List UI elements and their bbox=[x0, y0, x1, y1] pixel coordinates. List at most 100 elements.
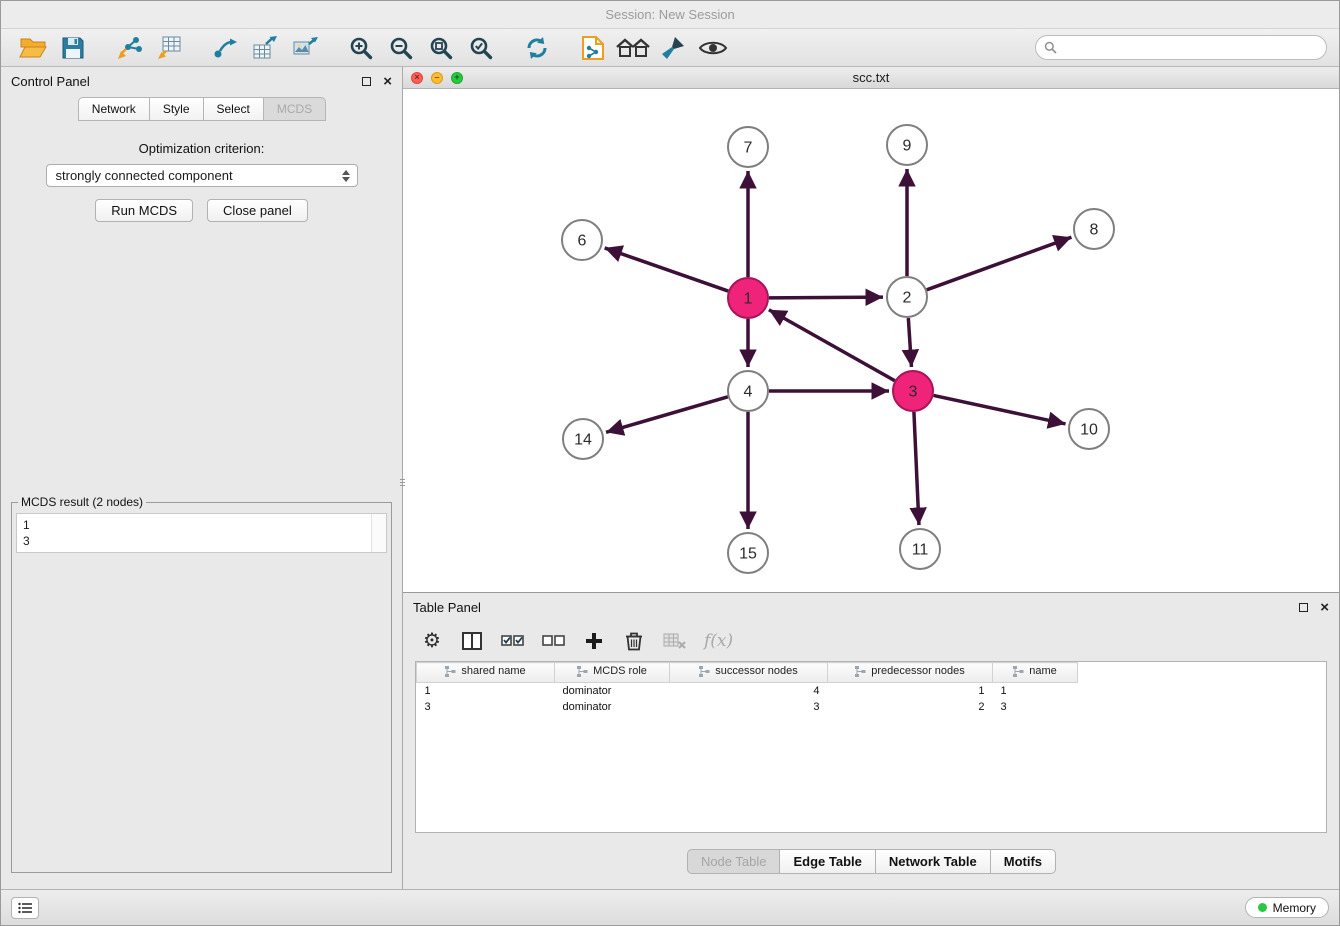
cell-mcds-role[interactable]: dominator bbox=[555, 683, 670, 699]
graph-node-11[interactable]: 11 bbox=[900, 529, 940, 569]
cell-predecessor-nodes[interactable]: 1 bbox=[828, 683, 993, 699]
table-panel-tabs: Node Table Edge Table Network Table Moti… bbox=[403, 833, 1339, 889]
column-header-shared-name[interactable]: shared name bbox=[417, 663, 555, 683]
column-header-predecessor-nodes[interactable]: predecessor nodes bbox=[828, 663, 993, 683]
graph-edge-3-1[interactable] bbox=[769, 310, 895, 381]
result-scrollbar[interactable] bbox=[371, 514, 386, 552]
right-column: scc.txt × – + 7968124314101511 bbox=[403, 67, 1339, 889]
select-all-button[interactable] bbox=[501, 628, 524, 654]
graph-edge-1-6[interactable] bbox=[605, 248, 729, 291]
tab-motifs[interactable]: Motifs bbox=[990, 849, 1056, 874]
tab-mcds[interactable]: MCDS bbox=[263, 97, 326, 121]
table-row[interactable]: 3 dominator 3 2 3 bbox=[417, 699, 1078, 715]
status-menu-button[interactable] bbox=[11, 897, 39, 919]
minimize-window-icon[interactable]: – bbox=[431, 72, 443, 84]
add-column-button[interactable] bbox=[583, 628, 605, 654]
tab-network[interactable]: Network bbox=[78, 97, 150, 121]
run-mcds-button[interactable]: Run MCDS bbox=[95, 199, 193, 222]
close-panel-button[interactable]: Close panel bbox=[207, 199, 308, 222]
column-type-icon bbox=[577, 666, 588, 677]
houses-button[interactable] bbox=[613, 32, 653, 64]
maximize-window-icon[interactable]: + bbox=[451, 72, 463, 84]
trash-icon bbox=[625, 631, 643, 651]
graph-node-14[interactable]: 14 bbox=[563, 419, 603, 459]
mcds-result-group: MCDS result (2 nodes) 1 3 bbox=[11, 495, 392, 873]
graph-edge-4-14[interactable] bbox=[606, 397, 728, 432]
table-header-row: shared name MCDS role successor nodes pr… bbox=[417, 663, 1078, 683]
memory-button[interactable]: Memory bbox=[1245, 897, 1329, 918]
close-table-panel-icon[interactable]: × bbox=[1320, 600, 1329, 615]
mcds-panel-content: Optimization criterion: strongly connect… bbox=[1, 121, 402, 222]
graph-edge-3-10[interactable] bbox=[934, 395, 1066, 424]
export-table-button[interactable] bbox=[245, 32, 285, 64]
tab-edge-table[interactable]: Edge Table bbox=[779, 849, 875, 874]
tab-node-table[interactable]: Node Table bbox=[687, 849, 781, 874]
import-table-button[interactable] bbox=[149, 32, 189, 64]
cell-name[interactable]: 3 bbox=[993, 699, 1078, 715]
zoom-in-button[interactable] bbox=[341, 32, 381, 64]
plus-icon bbox=[585, 632, 603, 650]
graph-edge-1-2[interactable] bbox=[769, 297, 883, 298]
criterion-dropdown-value: strongly connected component bbox=[56, 168, 233, 183]
search-input[interactable] bbox=[1062, 41, 1318, 55]
column-header-successor-nodes[interactable]: successor nodes bbox=[670, 663, 828, 683]
graph-node-4[interactable]: 4 bbox=[728, 371, 768, 411]
graph-node-2[interactable]: 2 bbox=[887, 277, 927, 317]
deselect-all-button[interactable] bbox=[542, 628, 565, 654]
cell-successor-nodes[interactable]: 3 bbox=[670, 699, 828, 715]
column-header-name[interactable]: name bbox=[993, 663, 1078, 683]
graph-node-6[interactable]: 6 bbox=[562, 220, 602, 260]
column-header-mcds-role[interactable]: MCDS role bbox=[555, 663, 670, 683]
column-type-icon bbox=[855, 666, 866, 677]
network-graph[interactable]: 7 9 6 8 1 2 4 3 14 10 15 11 bbox=[403, 89, 1340, 592]
table-row[interactable]: 1 dominator 4 1 1 bbox=[417, 683, 1078, 699]
apply-layout-button[interactable] bbox=[517, 32, 557, 64]
graph-node-8[interactable]: 8 bbox=[1074, 209, 1114, 249]
open-file-button[interactable] bbox=[13, 32, 53, 64]
graph-node-7[interactable]: 7 bbox=[728, 127, 768, 167]
save-session-button[interactable] bbox=[53, 32, 93, 64]
import-network-button[interactable] bbox=[109, 32, 149, 64]
show-hide-graphics-button[interactable] bbox=[693, 32, 733, 64]
delete-column-button[interactable] bbox=[623, 628, 645, 654]
show-columns-button[interactable] bbox=[461, 628, 483, 654]
cell-predecessor-nodes[interactable]: 2 bbox=[828, 699, 993, 715]
graph-node-3[interactable]: 3 bbox=[893, 371, 933, 411]
close-window-icon[interactable]: × bbox=[411, 72, 423, 84]
cell-name[interactable]: 1 bbox=[993, 683, 1078, 699]
export-image-button[interactable] bbox=[285, 32, 325, 64]
search-field[interactable] bbox=[1035, 35, 1327, 60]
zoom-selected-button[interactable] bbox=[461, 32, 501, 64]
zoom-fit-button[interactable] bbox=[421, 32, 461, 64]
zoom-out-button[interactable] bbox=[381, 32, 421, 64]
cell-successor-nodes[interactable]: 4 bbox=[670, 683, 828, 699]
export-network-button[interactable] bbox=[205, 32, 245, 64]
graph-edge-2-3[interactable] bbox=[908, 318, 911, 367]
graph-edge-2-8[interactable] bbox=[927, 237, 1072, 290]
tab-select[interactable]: Select bbox=[203, 97, 264, 121]
vertical-splitter-grip[interactable] bbox=[400, 469, 405, 495]
table-settings-button[interactable]: ⚙ bbox=[421, 628, 443, 654]
network-canvas[interactable]: 7 9 6 8 1 2 4 3 14 10 15 11 bbox=[403, 89, 1339, 592]
float-table-panel-icon[interactable] bbox=[1299, 603, 1308, 612]
float-panel-icon[interactable] bbox=[362, 77, 371, 86]
graph-edge-3-11[interactable] bbox=[914, 412, 919, 525]
tab-network-table[interactable]: Network Table bbox=[875, 849, 991, 874]
style-brush-button[interactable] bbox=[653, 32, 693, 64]
control-panel-title: Control Panel bbox=[11, 74, 90, 89]
graph-node-label: 14 bbox=[574, 432, 592, 449]
cell-shared-name[interactable]: 1 bbox=[417, 683, 555, 699]
graph-node-1[interactable]: 1 bbox=[728, 278, 768, 318]
cell-mcds-role[interactable]: dominator bbox=[555, 699, 670, 715]
close-panel-icon[interactable]: × bbox=[383, 74, 392, 89]
tab-style[interactable]: Style bbox=[149, 97, 204, 121]
export-network-icon bbox=[212, 35, 238, 61]
criterion-dropdown[interactable]: strongly connected component bbox=[46, 164, 358, 187]
graph-node-9[interactable]: 9 bbox=[887, 125, 927, 165]
export-image-icon bbox=[292, 35, 318, 61]
mcds-result-list[interactable]: 1 3 bbox=[16, 513, 387, 553]
graph-node-15[interactable]: 15 bbox=[728, 533, 768, 573]
network-file-button[interactable] bbox=[573, 32, 613, 64]
graph-node-10[interactable]: 10 bbox=[1069, 409, 1109, 449]
cell-shared-name[interactable]: 3 bbox=[417, 699, 555, 715]
